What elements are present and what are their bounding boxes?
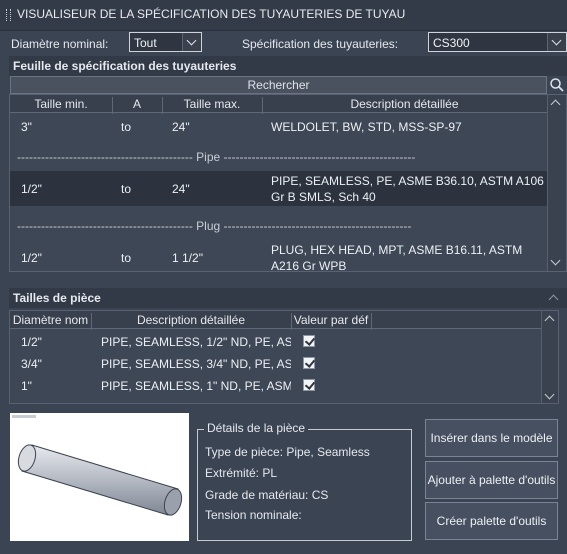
col-max-size[interactable]: Taille max. (162, 97, 262, 111)
col-min-size[interactable]: Taille min. (10, 97, 112, 111)
chevron-up-icon[interactable] (547, 292, 559, 305)
spec-sheet-title: Feuille de spécification des tuyauteries (13, 59, 237, 73)
row-desc-line2: A216 Gr WPB (271, 259, 347, 272)
row-a: to (121, 182, 132, 196)
row-min: 1/2" (21, 182, 42, 196)
piping-spec-label: Spécification des tuyauteries: (242, 37, 399, 51)
list-item[interactable]: 1/2" PIPE, SEAMLESS, 1/2" ND, PE, ASME (10, 331, 541, 353)
default-checkbox[interactable] (303, 379, 315, 391)
row-desc-line1: PIPE, SEAMLESS, PE, ASME B36.10, ASTM A1… (271, 174, 544, 188)
table-row[interactable]: 3" to 24" WELDOLET, BW, STD, MSS-SP-97 (10, 113, 547, 141)
nominal-diameter-value: Tout (134, 36, 157, 50)
part-sizes-table: Diamètre nom Description détaillée Valeu… (9, 310, 559, 404)
spec-sheet-header: Feuille de spécification des tuyauteries (9, 56, 567, 76)
part-sizes-table-header: Diamètre nom Description détaillée Valeu… (10, 311, 541, 330)
row-max: 1 1/2" (172, 251, 203, 265)
row-desc: WELDOLET, BW, STD, MSS-SP-97 (271, 120, 462, 134)
piping-spec-select[interactable]: CS300 (428, 32, 567, 52)
chevron-down-icon[interactable] (182, 33, 201, 51)
search-icon[interactable] (549, 76, 565, 94)
row-min: 1/2" (21, 251, 42, 265)
list-item[interactable]: 1" PIPE, SEAMLESS, 1" ND, PE, ASME B (10, 375, 541, 397)
spec-sheet-table: Taille min. A Taille max. Description dé… (9, 94, 567, 272)
col-a[interactable]: A (112, 97, 162, 111)
group-separator-pipe: ----------------------------------------… (17, 150, 416, 164)
scroll-down-icon[interactable] (550, 255, 561, 266)
row-desc-line2: Gr B SMLS, Sch 40 (271, 190, 376, 204)
part-desc: PIPE, SEAMLESS, 1/2" ND, PE, ASME (101, 335, 291, 349)
search-label: Rechercher (247, 78, 310, 92)
detail-material-grade: Grade de matériau: CS (205, 488, 329, 502)
list-item[interactable]: 3/4" PIPE, SEAMLESS, 3/4" ND, PE, ASME (10, 353, 541, 375)
part-size: 3/4" (21, 357, 42, 371)
detail-part-type: Type de pièce: Pipe, Seamless (205, 445, 370, 459)
default-checkbox[interactable] (303, 357, 315, 369)
col-description[interactable]: Description détaillée (262, 97, 547, 111)
col-default[interactable]: Valeur par déf (291, 313, 371, 327)
col-nominal[interactable]: Diamètre nom (10, 313, 91, 327)
piping-spec-value: CS300 (433, 36, 470, 50)
insert-button-label: Insérer dans le modèle (430, 431, 553, 445)
default-checkbox[interactable] (303, 335, 315, 347)
add-palette-button-label: Ajouter à palette d'outils (427, 473, 556, 487)
row-a: to (121, 251, 132, 265)
part-sizes-header: Tailles de pièce (9, 288, 567, 308)
part-size: 1" (21, 379, 32, 393)
insert-into-model-button[interactable]: Insérer dans le modèle (425, 419, 558, 457)
pipe-preview-image (12, 415, 183, 516)
add-to-tool-palette-button[interactable]: Ajouter à palette d'outils (425, 461, 558, 499)
row-min: 3" (21, 120, 32, 134)
row-max: 24" (172, 120, 190, 134)
row-max: 24" (172, 182, 190, 196)
grip-icon[interactable] (6, 9, 11, 21)
detail-end-type: Extrémité: PL (205, 466, 278, 480)
scroll-up-icon[interactable] (550, 99, 561, 110)
chevron-down-icon[interactable] (547, 33, 566, 51)
spec-table-header: Taille min. A Taille max. Description dé… (10, 95, 547, 114)
part-sizes-title: Tailles de pièce (13, 291, 101, 305)
title-bar: VISUALISEUR DE LA SPÉCIFICATION DES TUYA… (0, 0, 567, 31)
create-tool-palette-button[interactable]: Créer palette d'outils (425, 502, 558, 540)
part-size: 1/2" (21, 335, 42, 349)
part-preview (10, 413, 189, 541)
scroll-up-icon[interactable] (544, 315, 555, 326)
part-desc: PIPE, SEAMLESS, 3/4" ND, PE, ASME (101, 357, 291, 371)
part-sizes-scrollbar[interactable] (541, 311, 558, 403)
row-desc-line1: PLUG, HEX HEAD, MPT, ASME B16.11, ASTM (271, 243, 523, 257)
scroll-down-icon[interactable] (544, 389, 555, 400)
table-row-selected[interactable]: 1/2" to 24" PIPE, SEAMLESS, PE, ASME B36… (10, 171, 547, 206)
nominal-diameter-select[interactable]: Tout (129, 32, 202, 52)
detail-pressure-class: Tension nominale: (205, 508, 302, 522)
search-bar[interactable]: Rechercher (10, 76, 547, 94)
row-a: to (121, 120, 132, 134)
create-palette-button-label: Créer palette d'outils (436, 514, 547, 528)
part-desc: PIPE, SEAMLESS, 1" ND, PE, ASME B (101, 379, 291, 393)
spec-table-scrollbar[interactable] (547, 95, 566, 271)
window-title: VISUALISEUR DE LA SPÉCIFICATION DES TUYA… (17, 7, 406, 21)
group-separator-plug: ----------------------------------------… (17, 219, 412, 233)
col-part-description[interactable]: Description détaillée (91, 313, 291, 327)
nominal-diameter-label: Diamètre nominal: (11, 37, 109, 51)
part-details-legend: Détails de la pièce (204, 421, 309, 435)
table-row[interactable]: 1/2" to 1 1/2" PLUG, HEX HEAD, MPT, ASME… (10, 238, 547, 272)
